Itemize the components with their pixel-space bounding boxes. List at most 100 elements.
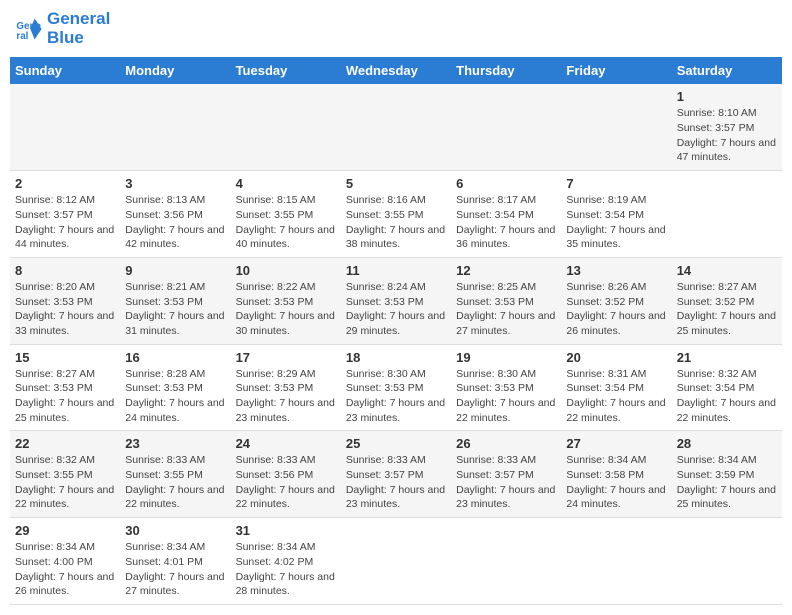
day-info: Sunrise: 8:22 AMSunset: 3:53 PMDaylight:… [236, 280, 336, 339]
calendar-cell: 24Sunrise: 8:33 AMSunset: 3:56 PMDayligh… [231, 431, 341, 518]
weekday-header-thursday: Thursday [451, 57, 561, 84]
day-number: 30 [125, 523, 225, 538]
day-number: 16 [125, 350, 225, 365]
day-info: Sunrise: 8:34 AMSunset: 3:58 PMDaylight:… [566, 453, 666, 512]
calendar-cell: 6Sunrise: 8:17 AMSunset: 3:54 PMDaylight… [451, 171, 561, 258]
day-info: Sunrise: 8:27 AMSunset: 3:53 PMDaylight:… [15, 367, 115, 426]
day-info: Sunrise: 8:33 AMSunset: 3:55 PMDaylight:… [125, 453, 225, 512]
day-number: 10 [236, 263, 336, 278]
calendar-cell [341, 84, 451, 170]
calendar-table: SundayMondayTuesdayWednesdayThursdayFrid… [10, 57, 782, 605]
calendar-cell: 19 Sunrise: 8:30 AMSunset: 3:53 PMDayligh… [451, 344, 561, 431]
day-info: Sunrise: 8:34 AMSunset: 4:02 PMDaylight:… [236, 540, 336, 599]
day-info: Sunrise: 8:28 AMSunset: 3:53 PMDaylight:… [125, 367, 225, 426]
day-number: 25 [346, 436, 446, 451]
calendar-cell: 30 Sunrise: 8:34 AMSunset: 4:01 PMDayligh… [120, 518, 230, 605]
week-row-4: 15 Sunrise: 8:27 AMSunset: 3:53 PMDayligh… [10, 344, 782, 431]
calendar-cell: 5 Sunrise: 8:16 AMSunset: 3:55 PMDaylight… [341, 171, 451, 258]
weekday-header-wednesday: Wednesday [341, 57, 451, 84]
calendar-cell: 21Sunrise: 8:32 AMSunset: 3:54 PMDayligh… [672, 344, 782, 431]
day-info: Sunrise: 8:19 AMSunset: 3:54 PMDaylight:… [566, 193, 666, 252]
weekday-header-saturday: Saturday [672, 57, 782, 84]
calendar-cell: 15 Sunrise: 8:27 AMSunset: 3:53 PMDayligh… [10, 344, 120, 431]
calendar-cell: 9 Sunrise: 8:21 AMSunset: 3:53 PMDaylight… [120, 257, 230, 344]
calendar-cell: 26Sunrise: 8:33 AMSunset: 3:57 PMDayligh… [451, 431, 561, 518]
calendar-cell: 23 Sunrise: 8:33 AMSunset: 3:55 PMDayligh… [120, 431, 230, 518]
calendar-cell [451, 84, 561, 170]
day-number: 22 [15, 436, 115, 451]
calendar-cell: 28Sunrise: 8:34 AMSunset: 3:59 PMDayligh… [672, 431, 782, 518]
calendar-cell: 2Sunrise: 8:12 AMSunset: 3:57 PMDaylight… [10, 171, 120, 258]
day-number: 5 [346, 176, 446, 191]
day-info: Sunrise: 8:34 AMSunset: 4:00 PMDaylight:… [15, 540, 115, 599]
day-number: 8 [15, 263, 115, 278]
day-number: 24 [236, 436, 336, 451]
calendar-cell: 4Sunrise: 8:15 AMSunset: 3:55 PMDaylight… [231, 171, 341, 258]
day-info: Sunrise: 8:30 AMSunset: 3:53 PMDaylight:… [346, 367, 446, 426]
day-info: Sunrise: 8:24 AMSunset: 3:53 PMDaylight:… [346, 280, 446, 339]
calendar-cell: 16 Sunrise: 8:28 AMSunset: 3:53 PMDayligh… [120, 344, 230, 431]
logo: Gene ral Blue General Blue [15, 10, 110, 47]
day-info: Sunrise: 8:26 AMSunset: 3:52 PMDaylight:… [566, 280, 666, 339]
day-info: Sunrise: 8:25 AMSunset: 3:53 PMDaylight:… [456, 280, 556, 339]
day-info: Sunrise: 8:30 AMSunset: 3:53 PMDaylight:… [456, 367, 556, 426]
calendar-cell: 13 Sunrise: 8:26 AMSunset: 3:52 PMDayligh… [561, 257, 671, 344]
day-number: 15 [15, 350, 115, 365]
day-info: Sunrise: 8:31 AMSunset: 3:54 PMDaylight:… [566, 367, 666, 426]
logo-text-line1: General [47, 10, 110, 29]
calendar-cell: 20 Sunrise: 8:31 AMSunset: 3:54 PMDayligh… [561, 344, 671, 431]
calendar-cell [561, 84, 671, 170]
svg-text:ral: ral [16, 30, 28, 41]
week-row-2: 2Sunrise: 8:12 AMSunset: 3:57 PMDaylight… [10, 171, 782, 258]
calendar-cell [231, 84, 341, 170]
day-number: 9 [125, 263, 225, 278]
weekday-header-monday: Monday [120, 57, 230, 84]
calendar-cell: 10 Sunrise: 8:22 AMSunset: 3:53 PMDayligh… [231, 257, 341, 344]
day-number: 4 [236, 176, 336, 191]
week-row-6: 29Sunrise: 8:34 AMSunset: 4:00 PMDayligh… [10, 518, 782, 605]
calendar-cell: 25 Sunrise: 8:33 AMSunset: 3:57 PMDayligh… [341, 431, 451, 518]
week-row-5: 22 Sunrise: 8:32 AMSunset: 3:55 PMDayligh… [10, 431, 782, 518]
day-info: Sunrise: 8:34 AMSunset: 4:01 PMDaylight:… [125, 540, 225, 599]
calendar-cell [10, 84, 120, 170]
day-number: 12 [456, 263, 556, 278]
day-info: Sunrise: 8:13 AMSunset: 3:56 PMDaylight:… [125, 193, 225, 252]
day-number: 23 [125, 436, 225, 451]
weekday-header-row: SundayMondayTuesdayWednesdayThursdayFrid… [10, 57, 782, 84]
day-number: 1 [677, 89, 777, 104]
calendar-cell [341, 518, 451, 605]
day-number: 27 [566, 436, 666, 451]
day-number: 6 [456, 176, 556, 191]
day-number: 11 [346, 263, 446, 278]
day-info: Sunrise: 8:33 AMSunset: 3:57 PMDaylight:… [346, 453, 446, 512]
day-number: 2 [15, 176, 115, 191]
day-info: Sunrise: 8:32 AMSunset: 3:55 PMDaylight:… [15, 453, 115, 512]
calendar-cell: 31 Sunrise: 8:34 AMSunset: 4:02 PMDayligh… [231, 518, 341, 605]
day-info: Sunrise: 8:29 AMSunset: 3:53 PMDaylight:… [236, 367, 336, 426]
day-number: 3 [125, 176, 225, 191]
calendar-cell: 11 Sunrise: 8:24 AMSunset: 3:53 PMDayligh… [341, 257, 451, 344]
calendar-cell: 8Sunrise: 8:20 AMSunset: 3:53 PMDaylight… [10, 257, 120, 344]
day-info: Sunrise: 8:21 AMSunset: 3:53 PMDaylight:… [125, 280, 225, 339]
week-row-1: 1 Sunrise: 8:10 AMSunset: 3:57 PMDaylight… [10, 84, 782, 170]
day-info: Sunrise: 8:32 AMSunset: 3:54 PMDaylight:… [677, 367, 777, 426]
day-number: 18 [346, 350, 446, 365]
week-row-3: 8Sunrise: 8:20 AMSunset: 3:53 PMDaylight… [10, 257, 782, 344]
page-header: Gene ral Blue General Blue [10, 10, 782, 47]
calendar-cell: 1 Sunrise: 8:10 AMSunset: 3:57 PMDaylight… [672, 84, 782, 170]
calendar-cell: 29Sunrise: 8:34 AMSunset: 4:00 PMDayligh… [10, 518, 120, 605]
day-number: 31 [236, 523, 336, 538]
day-info: Sunrise: 8:33 AMSunset: 3:57 PMDaylight:… [456, 453, 556, 512]
day-number: 13 [566, 263, 666, 278]
calendar-cell: 3 Sunrise: 8:13 AMSunset: 3:56 PMDaylight… [120, 171, 230, 258]
calendar-cell: 22 Sunrise: 8:32 AMSunset: 3:55 PMDayligh… [10, 431, 120, 518]
day-number: 20 [566, 350, 666, 365]
day-info: Sunrise: 8:10 AMSunset: 3:57 PMDaylight:… [677, 106, 777, 165]
calendar-cell: 7Sunrise: 8:19 AMSunset: 3:54 PMDaylight… [561, 171, 671, 258]
calendar-cell [672, 518, 782, 605]
day-number: 19 [456, 350, 556, 365]
day-info: Sunrise: 8:16 AMSunset: 3:55 PMDaylight:… [346, 193, 446, 252]
calendar-cell: 17Sunrise: 8:29 AMSunset: 3:53 PMDayligh… [231, 344, 341, 431]
weekday-header-friday: Friday [561, 57, 671, 84]
calendar-cell [451, 518, 561, 605]
